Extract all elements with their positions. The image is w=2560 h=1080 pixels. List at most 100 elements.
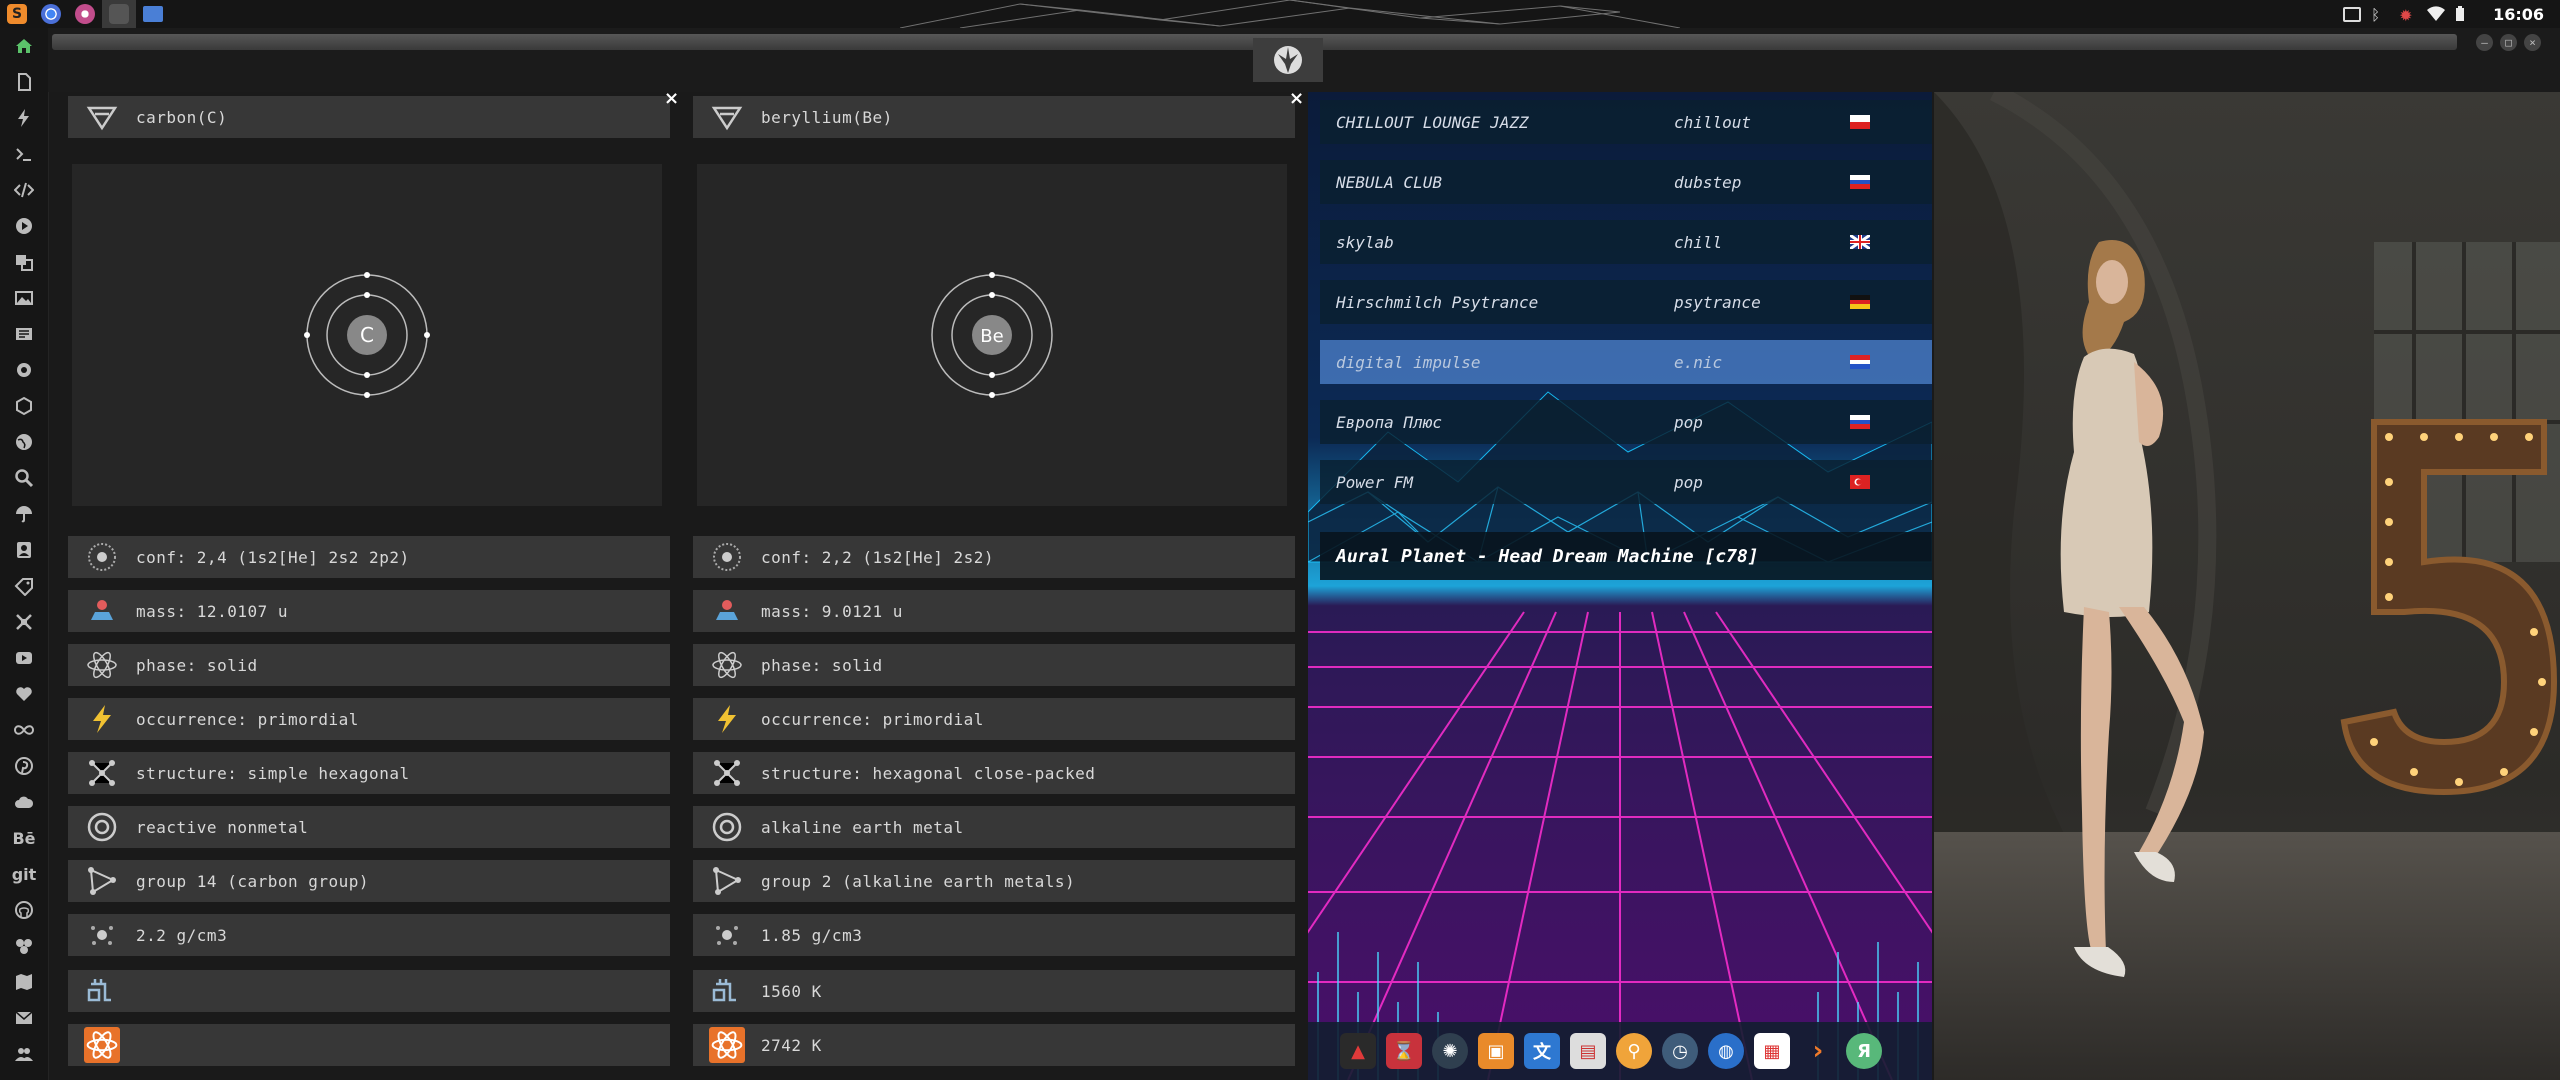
station-item[interactable]: Европа Плюс pop: [1320, 400, 1932, 444]
lightning-bolt-icon: [693, 698, 761, 740]
home-icon[interactable]: [0, 28, 48, 64]
group-text: group 2 (alkaline earth metals): [761, 871, 1076, 891]
station-item[interactable]: CHILLOUT LOUNGE JAZZ chillout: [1320, 100, 1932, 144]
clock[interactable]: 16:06: [2493, 5, 2544, 24]
element-name: beryllium(Be): [761, 107, 893, 127]
translate-icon[interactable]: [0, 244, 48, 280]
density-icon: [68, 914, 136, 956]
news-icon[interactable]: [0, 316, 48, 352]
people-icon[interactable]: [0, 1036, 48, 1072]
rebel-alliance-icon[interactable]: [1253, 38, 1323, 82]
globe-icon[interactable]: ◍: [1708, 1033, 1744, 1069]
settings-alert-icon[interactable]: ✹: [2399, 6, 2417, 25]
atom-diagram: C: [304, 272, 430, 398]
boiling-point-icon: [68, 1024, 136, 1066]
station-item[interactable]: Power FM pop: [1320, 460, 1932, 504]
arrow-icon[interactable]: ›: [1800, 1033, 1836, 1069]
calendar-icon[interactable]: ▦: [1754, 1033, 1790, 1069]
files-icon[interactable]: [136, 0, 170, 28]
youtube-icon[interactable]: [0, 640, 48, 676]
tag-icon[interactable]: [0, 568, 48, 604]
station-genre: pop: [1674, 472, 1703, 492]
left-dock: Bē git: [0, 28, 49, 1080]
boiling-row: 2742 K: [693, 1024, 1295, 1066]
density-icon: [693, 914, 761, 956]
station-item[interactable]: skylab chill: [1320, 220, 1932, 264]
yandex-icon[interactable]: Я: [1846, 1033, 1882, 1069]
station-item[interactable]: Hirschmilch Psytrance psytrance: [1320, 280, 1932, 324]
app-a-icon[interactable]: ▲: [1340, 1033, 1376, 1069]
globe-icon[interactable]: [0, 424, 48, 460]
group-row: group 14 (carbon group): [68, 860, 670, 902]
station-genre: chill: [1674, 232, 1723, 252]
chrome-icon[interactable]: [34, 0, 68, 28]
station-item-selected[interactable]: digital impulse e.nic: [1320, 340, 1932, 384]
flag-russia-icon: [1850, 415, 1870, 429]
terminal-icon[interactable]: [0, 136, 48, 172]
screenshot-icon[interactable]: [2343, 6, 2362, 22]
occurrence-row: occurrence: primordial: [68, 698, 670, 740]
group-text: group 14 (carbon group): [136, 871, 370, 891]
bluetooth-icon[interactable]: ᛒ: [2371, 6, 2389, 24]
close-panel-button[interactable]: ×: [664, 88, 679, 109]
station-name: CHILLOUT LOUNGE JAZZ: [1336, 112, 1529, 132]
image-icon[interactable]: [0, 280, 48, 316]
document-icon[interactable]: [0, 64, 48, 100]
phase-row: phase: solid: [68, 644, 670, 686]
search-icon[interactable]: [0, 460, 48, 496]
git-icon[interactable]: git: [0, 856, 48, 892]
mail-icon[interactable]: [0, 1000, 48, 1036]
react-icon[interactable]: [0, 388, 48, 424]
occurrence-text: occurrence: primordial: [136, 709, 359, 729]
octopus-icon[interactable]: ✺: [1432, 1033, 1468, 1069]
cloud-icon[interactable]: [0, 784, 48, 820]
maximize-button[interactable]: □: [2500, 34, 2517, 51]
atom-symbol: C: [360, 323, 374, 347]
clock-icon[interactable]: ◷: [1662, 1033, 1698, 1069]
top-panel: S ᛒ ✹ 16:06: [0, 0, 2560, 28]
umbrella-icon[interactable]: [0, 496, 48, 532]
element-symbol-icon: [693, 96, 761, 138]
close-panel-button[interactable]: ×: [1289, 88, 1304, 109]
lightning-icon[interactable]: [0, 100, 48, 136]
battery-icon[interactable]: [2455, 6, 2473, 22]
browser-icon[interactable]: [68, 0, 102, 28]
category-text: alkaline earth metal: [761, 817, 964, 837]
minimize-button[interactable]: –: [2476, 34, 2493, 51]
heart-icon[interactable]: [0, 676, 48, 712]
contacts-icon[interactable]: [0, 532, 48, 568]
image-viewer-icon[interactable]: ▣: [1478, 1033, 1514, 1069]
infinity-icon[interactable]: [0, 712, 48, 748]
mass-icon: [68, 590, 136, 632]
cards-icon[interactable]: ▤: [1570, 1033, 1606, 1069]
structure-row: structure: hexagonal close-packed: [693, 752, 1295, 794]
bohr-model: Be: [697, 164, 1287, 506]
behance-icon[interactable]: Bē: [0, 820, 48, 856]
translate-icon[interactable]: 文: [1524, 1033, 1560, 1069]
wifi-icon[interactable]: [2427, 6, 2446, 22]
magnifier-icon[interactable]: ⚲: [1616, 1033, 1652, 1069]
element-name: carbon(C): [136, 107, 228, 127]
code-icon[interactable]: [0, 172, 48, 208]
boiling-text: 2742 K: [761, 1035, 822, 1055]
sliders-icon[interactable]: [0, 928, 48, 964]
github-icon[interactable]: [0, 892, 48, 928]
play-icon[interactable]: [0, 208, 48, 244]
density-text: 2.2 g/cm3: [136, 925, 228, 945]
settings-icon[interactable]: [0, 352, 48, 388]
sublime-text-icon[interactable]: S: [0, 0, 34, 28]
map-icon[interactable]: [0, 964, 48, 1000]
element-title-row[interactable]: beryllium(Be): [693, 96, 1295, 138]
crop-icon[interactable]: [0, 604, 48, 640]
atom-config-icon: [68, 536, 136, 578]
boiling-row: [68, 1024, 670, 1066]
structure-text: structure: hexagonal close-packed: [761, 763, 1096, 783]
hourglass-icon[interactable]: ⌛: [1386, 1033, 1422, 1069]
station-item[interactable]: NEBULA CLUB dubstep: [1320, 160, 1932, 204]
workspace-icon[interactable]: [102, 0, 136, 28]
close-window-button[interactable]: ×: [2524, 34, 2541, 51]
pinterest-icon[interactable]: [0, 748, 48, 784]
lightning-bolt-icon: [68, 698, 136, 740]
element-title-row[interactable]: carbon(C): [68, 96, 670, 138]
phase-text: phase: solid: [136, 655, 258, 675]
